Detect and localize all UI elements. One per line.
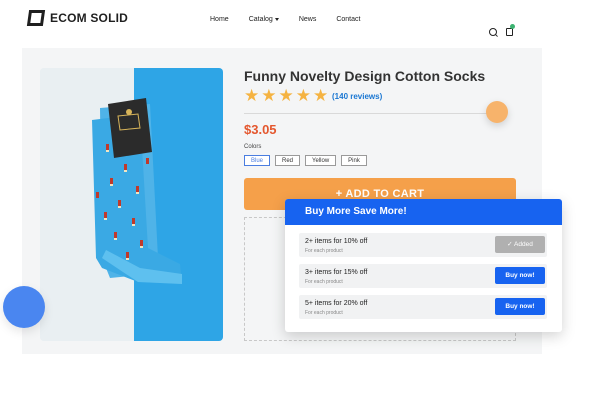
color-option-blue[interactable]: Blue	[244, 155, 271, 166]
socks-illustration	[92, 98, 182, 284]
star-icon: ★	[278, 86, 294, 105]
color-option-yellow[interactable]: Yellow	[305, 155, 337, 166]
tier-title: 2+ items for 10% off	[305, 238, 368, 245]
nav-item-news[interactable]: News	[299, 16, 317, 23]
decorative-blue-circle	[3, 286, 45, 328]
search-icon[interactable]	[489, 28, 497, 36]
logo-mark-icon	[26, 10, 46, 26]
colors-label: Colors	[244, 144, 262, 150]
tier-title: 3+ items for 15% off	[305, 269, 368, 276]
buy-more-save-more-widget: Buy More Save More! 2+ items for 10% off…	[285, 199, 562, 332]
tier-subtitle: For each product	[305, 248, 343, 254]
divider	[244, 113, 502, 114]
buy-now-button[interactable]: Buy now!	[495, 267, 545, 284]
decorative-orange-circle	[486, 101, 508, 123]
nav-item-home[interactable]: Home	[210, 16, 229, 23]
tier-subtitle: For each product	[305, 279, 343, 285]
rating-stars: ★ ★ ★ ★ ★	[244, 87, 328, 104]
added-button[interactable]: ✓ Added	[495, 236, 545, 253]
reviews-link[interactable]: (140 reviews)	[332, 92, 382, 101]
product-image[interactable]	[40, 68, 223, 341]
main-nav: Home Catalog News Contact	[210, 16, 360, 23]
color-option-red[interactable]: Red	[275, 155, 301, 166]
color-option-pink[interactable]: Pink	[341, 155, 367, 166]
star-icon: ★	[313, 86, 329, 105]
cart-badge-dot	[510, 24, 515, 29]
tier-title: 5+ items for 20% off	[305, 300, 368, 307]
tier-row: 2+ items for 10% off For each product ✓ …	[299, 233, 547, 257]
buy-now-button[interactable]: Buy now!	[495, 298, 545, 315]
nav-item-catalog-label: Catalog	[248, 16, 273, 23]
nav-item-contact[interactable]: Contact	[336, 16, 360, 23]
tier-row: 3+ items for 15% off For each product Bu…	[299, 264, 547, 288]
brand-name: ECOM SOLID	[50, 11, 129, 25]
tier-row: 5+ items for 20% off For each product Bu…	[299, 295, 547, 319]
chevron-down-icon	[274, 17, 279, 21]
product-price: $3.05	[244, 122, 277, 137]
star-icon: ★	[261, 86, 277, 105]
product-title: Funny Novelty Design Cotton Socks	[244, 68, 486, 84]
star-icon: ★	[295, 86, 311, 105]
star-icon: ★	[244, 86, 260, 105]
nav-item-catalog[interactable]: Catalog	[249, 16, 279, 23]
bag-icon[interactable]	[506, 28, 513, 36]
color-options: Blue Red Yellow Pink	[244, 155, 367, 166]
brand-logo[interactable]: ECOM SOLID	[26, 10, 129, 26]
tier-subtitle: For each product	[305, 310, 343, 316]
widget-title: Buy More Save More!	[285, 199, 562, 225]
